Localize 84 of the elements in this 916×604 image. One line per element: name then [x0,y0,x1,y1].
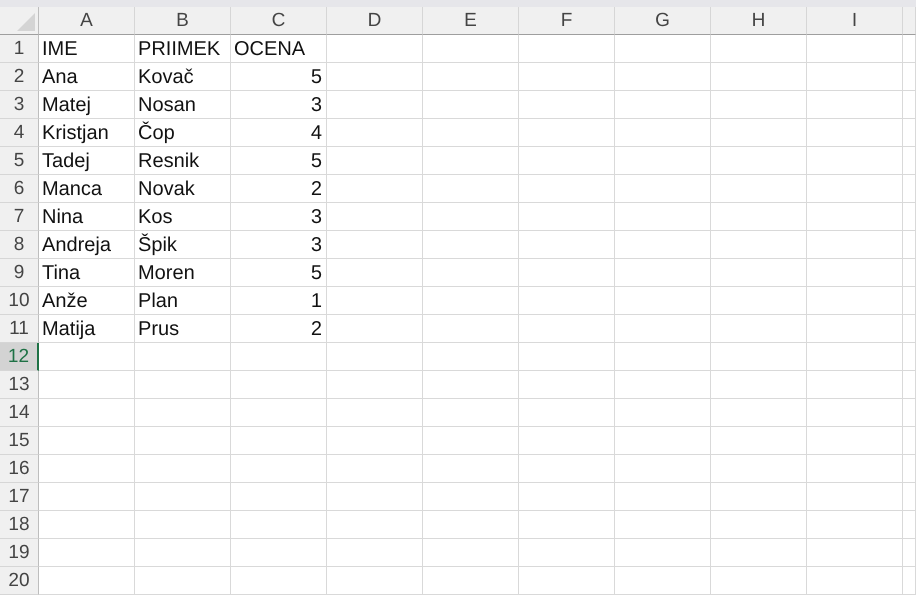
table-cell: Ana [39,63,135,91]
empty-cell [903,343,916,371]
triangle-icon [17,13,35,31]
table-cell: 1 [231,287,327,315]
row-header[interactable]: 8 [0,231,39,259]
empty-cell [903,539,916,567]
table-cell: Nosan [135,91,231,119]
table-cell: Plan [135,287,231,315]
empty-cell [903,119,916,147]
row-header[interactable]: 13 [0,371,39,399]
table-cell: Kristjan [39,119,135,147]
table-cell: Prus [135,315,231,343]
select-all-corner[interactable] [0,7,39,35]
row-header[interactable]: 14 [0,399,39,427]
empty-cell [903,91,916,119]
table-cell: Matej [39,91,135,119]
row-header[interactable]: 9 [0,259,39,287]
table-cell: PRIIMEK [135,35,231,63]
column-header[interactable] [903,7,916,35]
table-cell: 5 [231,147,327,175]
table-cell: Tadej [39,147,135,175]
row-header[interactable]: 17 [0,483,39,511]
empty-cell [903,147,916,175]
row-header[interactable]: 1 [0,35,39,63]
empty-cell [903,287,916,315]
row-header[interactable]: 19 [0,539,39,567]
table-cell: Novak [135,175,231,203]
table-cell: Resnik [135,147,231,175]
column-header[interactable]: C [231,7,327,35]
table-cell: 2 [231,175,327,203]
table-cell: 3 [231,203,327,231]
table-cell: Kovač [135,63,231,91]
row-header[interactable]: 16 [0,455,39,483]
table-cell: IME [39,35,135,63]
table-cell: 3 [231,231,327,259]
row-header[interactable]: 2 [0,63,39,91]
empty-cell [903,203,916,231]
row-header[interactable]: 15 [0,427,39,455]
table-cell: Anže [39,287,135,315]
column-header[interactable]: D [327,7,423,35]
table-cell: 2 [231,315,327,343]
table-cell: Moren [135,259,231,287]
empty-cell [903,175,916,203]
row-header[interactable]: 5 [0,147,39,175]
column-header[interactable]: F [519,7,615,35]
empty-cell [903,511,916,539]
column-header[interactable]: G [615,7,711,35]
row-header[interactable]: 4 [0,119,39,147]
table-cell: Čop [135,119,231,147]
table-cell: 3 [231,91,327,119]
column-header[interactable]: E [423,7,519,35]
table-cell: Matija [39,315,135,343]
column-header[interactable]: A [39,7,135,35]
table-cell: 5 [231,259,327,287]
table-cell: Špik [135,231,231,259]
table-cell: OCENA [231,35,327,63]
empty-cell [903,371,916,399]
row-header[interactable]: 20 [0,567,39,595]
empty-cell [903,455,916,483]
table-cell: Andreja [39,231,135,259]
column-header[interactable]: B [135,7,231,35]
column-header[interactable]: I [807,7,903,35]
empty-cell [903,427,916,455]
row-header[interactable]: 11 [0,315,39,343]
row-header[interactable]: 7 [0,203,39,231]
table-cell: Nina [39,203,135,231]
column-header[interactable]: H [711,7,807,35]
empty-cell [903,231,916,259]
table-cell: Manca [39,175,135,203]
table-cell: 4 [231,119,327,147]
empty-cell [903,315,916,343]
row-header[interactable]: 18 [0,511,39,539]
empty-cell [903,259,916,287]
row-header[interactable]: 3 [0,91,39,119]
table-cell: 5 [231,63,327,91]
empty-cell [903,567,916,595]
row-header[interactable]: 6 [0,175,39,203]
empty-cell [903,483,916,511]
table-cell: Tina [39,259,135,287]
empty-cell [903,399,916,427]
row-header[interactable]: 12 [0,343,39,371]
empty-cell [903,63,916,91]
table-cell: Kos [135,203,231,231]
row-header[interactable]: 10 [0,287,39,315]
